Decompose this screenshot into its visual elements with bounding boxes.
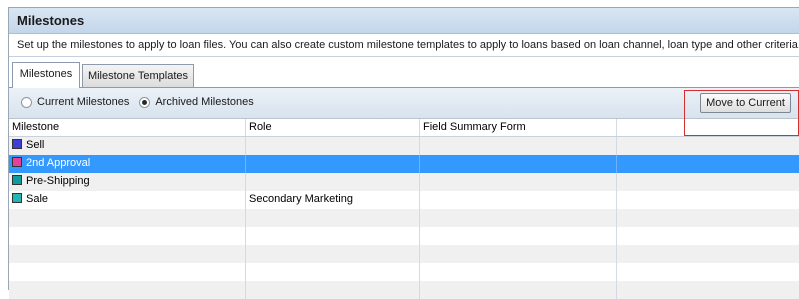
role-cell bbox=[246, 137, 420, 155]
milestone-color-icon bbox=[12, 157, 22, 167]
milestone-cell bbox=[9, 281, 246, 299]
empty-table-row bbox=[9, 227, 799, 245]
tab-strip: Milestones Milestone Templates bbox=[9, 62, 799, 88]
field-summary-form-cell bbox=[420, 281, 617, 299]
blank-cell bbox=[617, 191, 799, 209]
milestones-grid: Milestone Role Field Summary Form Sell 2n… bbox=[9, 119, 799, 299]
table-row[interactable]: Sale Secondary Marketing bbox=[9, 191, 799, 209]
field-summary-form-cell bbox=[420, 227, 617, 245]
table-row[interactable]: Sell bbox=[9, 137, 799, 155]
role-cell bbox=[246, 227, 420, 245]
tab-milestone-templates[interactable]: Milestone Templates bbox=[82, 64, 194, 87]
panel-description: Set up the milestones to apply to loan f… bbox=[9, 34, 799, 57]
grid-body: Sell 2nd Approval Pre-Shipping Sale Secondar… bbox=[9, 137, 799, 299]
current-milestones-radio[interactable] bbox=[21, 96, 32, 108]
archived-milestones-radio[interactable] bbox=[139, 96, 151, 108]
field-summary-form-cell bbox=[420, 155, 617, 173]
current-milestones-label[interactable]: Current Milestones bbox=[37, 96, 129, 108]
grid-header: Milestone Role Field Summary Form bbox=[9, 119, 799, 137]
blank-cell bbox=[617, 137, 799, 155]
column-header-role[interactable]: Role bbox=[246, 119, 420, 136]
field-summary-form-cell bbox=[420, 263, 617, 281]
role-cell bbox=[246, 209, 420, 227]
milestone-view-radio-group: Current Milestones Archived Milestones bbox=[21, 96, 264, 108]
empty-table-row bbox=[9, 281, 799, 299]
field-summary-form-cell bbox=[420, 191, 617, 209]
tab-milestones[interactable]: Milestones bbox=[12, 62, 80, 88]
blank-cell bbox=[617, 281, 799, 299]
field-summary-form-cell bbox=[420, 137, 617, 155]
empty-table-row bbox=[9, 263, 799, 281]
role-cell bbox=[246, 245, 420, 263]
role-cell bbox=[246, 155, 420, 173]
milestone-cell bbox=[9, 227, 246, 245]
milestone-name: Sell bbox=[26, 139, 45, 151]
column-header-blank bbox=[617, 119, 799, 136]
move-to-current-button[interactable]: Move to Current bbox=[700, 93, 791, 113]
empty-table-row bbox=[9, 209, 799, 227]
role-cell bbox=[246, 281, 420, 299]
milestone-cell: Sale bbox=[9, 191, 246, 209]
milestone-name: Sale bbox=[26, 193, 49, 205]
milestones-panel: Milestones Set up the milestones to appl… bbox=[8, 7, 799, 299]
column-header-field-summary-form[interactable]: Field Summary Form bbox=[420, 119, 617, 136]
milestone-color-icon bbox=[12, 139, 22, 149]
blank-cell bbox=[617, 155, 799, 173]
milestone-cell bbox=[9, 245, 246, 263]
blank-cell bbox=[617, 263, 799, 281]
field-summary-form-cell bbox=[420, 245, 617, 263]
table-row[interactable]: 2nd Approval bbox=[9, 155, 799, 173]
milestone-color-icon bbox=[12, 175, 22, 185]
milestone-name: Pre-Shipping bbox=[26, 175, 90, 187]
milestone-name: 2nd Approval bbox=[26, 157, 91, 169]
milestone-color-icon bbox=[12, 193, 22, 203]
table-row[interactable]: Pre-Shipping bbox=[9, 173, 799, 191]
milestone-cell: Sell bbox=[9, 137, 246, 155]
blank-cell bbox=[617, 227, 799, 245]
empty-table-row bbox=[9, 245, 799, 263]
milestone-cell: 2nd Approval bbox=[9, 155, 246, 173]
milestone-cell bbox=[9, 263, 246, 281]
column-header-milestone[interactable]: Milestone bbox=[9, 119, 246, 136]
role-cell: Secondary Marketing bbox=[246, 191, 420, 209]
role-cell bbox=[246, 173, 420, 191]
field-summary-form-cell bbox=[420, 209, 617, 227]
role-cell bbox=[246, 263, 420, 281]
milestone-cell bbox=[9, 209, 246, 227]
panel-title: Milestones bbox=[9, 8, 799, 34]
field-summary-form-cell bbox=[420, 173, 617, 191]
blank-cell bbox=[617, 209, 799, 227]
blank-cell bbox=[617, 245, 799, 263]
milestone-toolbar: Current Milestones Archived Milestones M… bbox=[9, 88, 799, 119]
milestone-cell: Pre-Shipping bbox=[9, 173, 246, 191]
blank-cell bbox=[617, 173, 799, 191]
archived-milestones-label[interactable]: Archived Milestones bbox=[155, 96, 253, 108]
